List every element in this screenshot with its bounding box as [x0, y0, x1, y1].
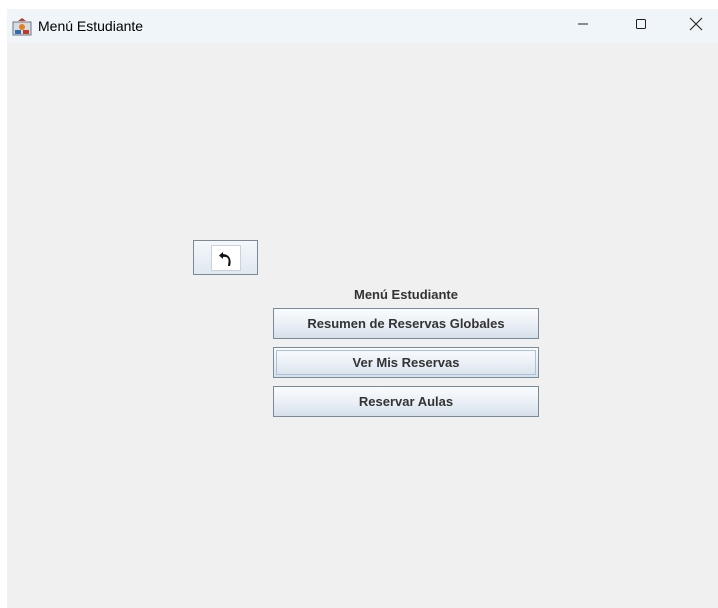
- app-window: Menú Estudiante Menú Estudiante Resumen …: [7, 9, 718, 608]
- back-button[interactable]: [193, 240, 258, 275]
- java-app-icon: [12, 18, 32, 36]
- back-arrow-icon: [210, 244, 241, 271]
- button-label: Reservar Aulas: [358, 394, 454, 409]
- content-panel: Menú Estudiante Resumen de Reservas Glob…: [7, 43, 718, 608]
- title-bar[interactable]: Menú Estudiante: [7, 9, 718, 43]
- close-button[interactable]: [673, 9, 718, 43]
- maximize-button[interactable]: [618, 9, 664, 43]
- ver-mis-reservas-button[interactable]: Ver Mis Reservas: [273, 347, 539, 378]
- maximize-icon: [635, 17, 647, 35]
- minimize-button[interactable]: [560, 9, 606, 43]
- button-label: Resumen de Reservas Globales: [307, 316, 505, 331]
- button-label: Ver Mis Reservas: [352, 355, 460, 370]
- minimize-icon: [577, 17, 589, 35]
- menu-title: Menú Estudiante: [353, 287, 458, 302]
- close-icon: [689, 17, 703, 36]
- reservar-aulas-button[interactable]: Reservar Aulas: [273, 386, 539, 417]
- resumen-reservas-globales-button[interactable]: Resumen de Reservas Globales: [273, 308, 539, 339]
- window-title: Menú Estudiante: [38, 18, 144, 34]
